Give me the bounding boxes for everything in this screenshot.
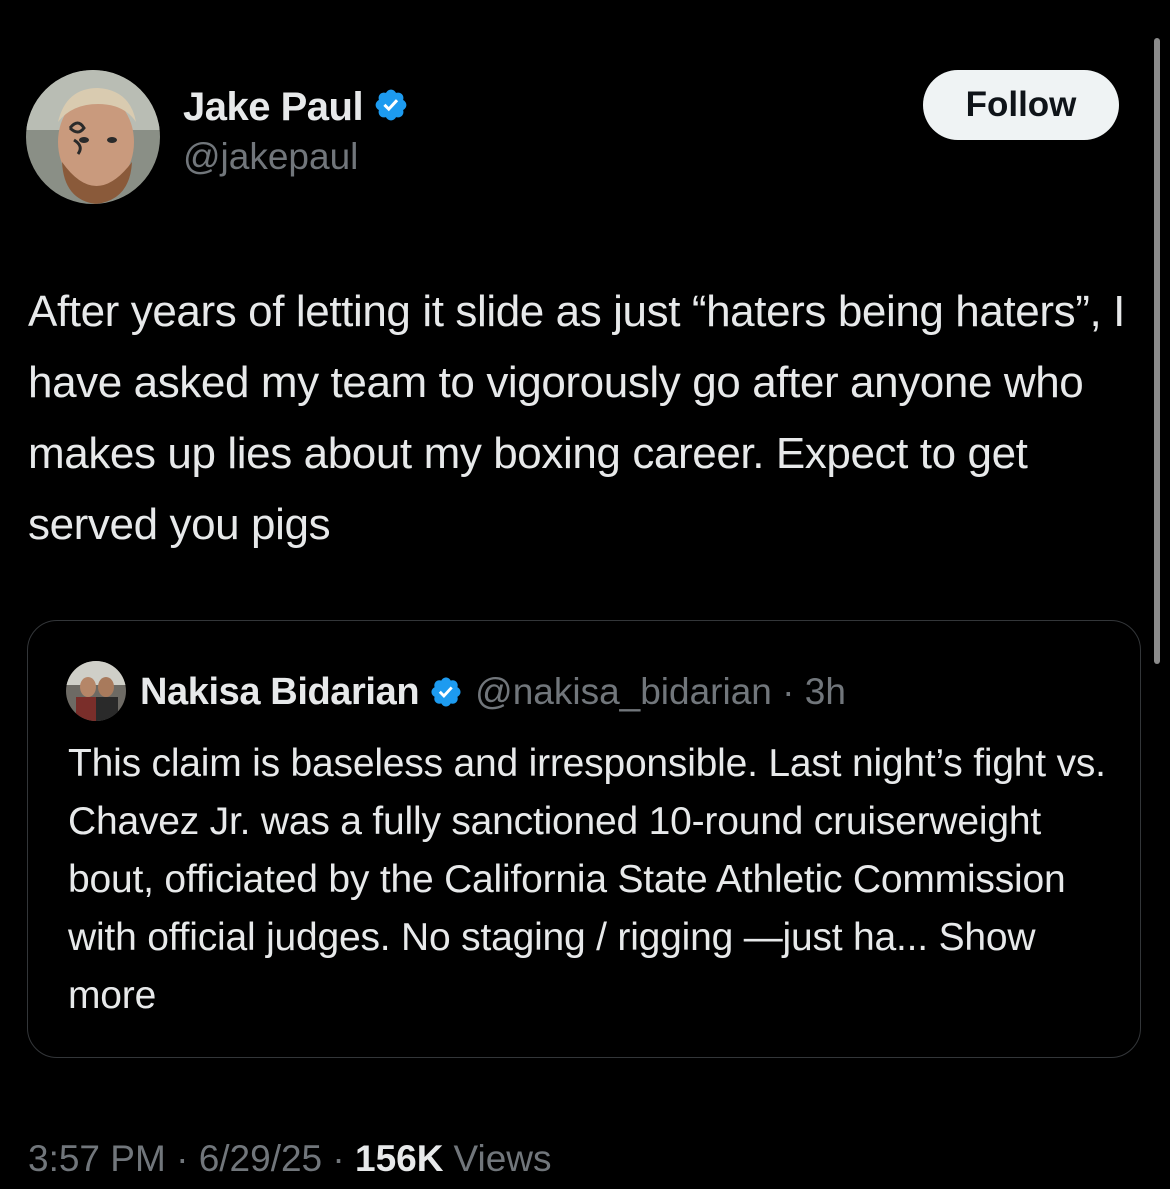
views-label: Views bbox=[453, 1138, 552, 1179]
tweet-text: After years of letting it slide as just … bbox=[28, 287, 1125, 549]
quoted-header: Nakisa Bidarian @nakisa_bidarian · 3h bbox=[140, 664, 846, 720]
views-count: 156K bbox=[355, 1138, 444, 1179]
quoted-handle-time: @nakisa_bidarian · 3h bbox=[475, 671, 846, 712]
tweet-date[interactable]: 6/29/25 bbox=[199, 1138, 322, 1180]
author-name[interactable]: Jake Paul bbox=[183, 85, 364, 130]
author-handle[interactable]: @jakepaul bbox=[183, 136, 358, 178]
follow-button[interactable]: Follow bbox=[923, 70, 1119, 140]
verified-badge-icon bbox=[429, 675, 463, 709]
quoted-text: This claim is baseless and irresponsible… bbox=[68, 735, 1108, 1025]
verified-badge-icon bbox=[373, 87, 409, 128]
meta-separator: · bbox=[165, 1138, 199, 1179]
author-name-row[interactable]: Jake Paul bbox=[183, 82, 409, 132]
quoted-tweet[interactable]: Nakisa Bidarian @nakisa_bidarian · 3h Th… bbox=[27, 620, 1141, 1058]
meta-separator: · bbox=[322, 1138, 356, 1179]
quoted-avatar-image bbox=[66, 661, 126, 721]
tweet-meta: 3:57 PM · 6/29/25 · 156K Views bbox=[28, 1132, 552, 1186]
author-avatar[interactable] bbox=[26, 70, 160, 204]
quoted-author-name[interactable]: Nakisa Bidarian bbox=[140, 671, 420, 714]
tweet-time[interactable]: 3:57 PM bbox=[28, 1138, 166, 1180]
avatar-image bbox=[26, 70, 160, 204]
quoted-author-avatar[interactable] bbox=[66, 661, 126, 721]
scrollbar[interactable] bbox=[1154, 38, 1160, 664]
